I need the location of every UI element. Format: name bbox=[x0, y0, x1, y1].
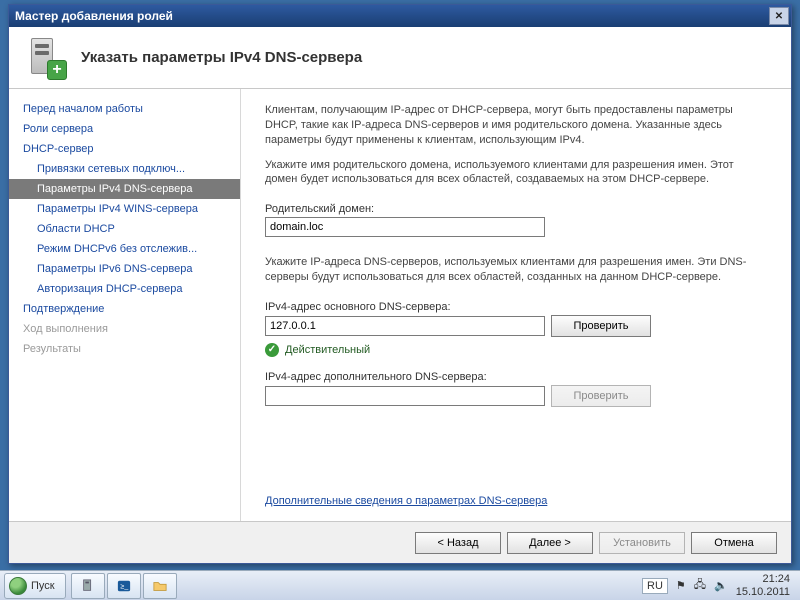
taskbar: Пуск ≥_ RU ⚑ 🖧 🔈 21:24 15.10.2011 bbox=[0, 570, 800, 600]
next-button[interactable]: Далее > bbox=[507, 532, 593, 554]
sidebar-item-10[interactable]: Подтверждение bbox=[9, 299, 240, 319]
close-button[interactable]: ✕ bbox=[769, 7, 789, 25]
plus-icon: + bbox=[47, 60, 67, 80]
server-manager-icon bbox=[81, 579, 95, 593]
tray-time: 21:24 bbox=[736, 573, 790, 585]
valid-label: Действительный bbox=[285, 344, 370, 356]
tray-flag-icon[interactable]: ⚑ bbox=[676, 579, 686, 592]
wizard-window: Мастер добавления ролей ✕ + Указать пара… bbox=[8, 4, 792, 564]
language-indicator[interactable]: RU bbox=[642, 578, 668, 594]
wizard-sidebar: Перед началом работыРоли сервераDHCP-сер… bbox=[9, 89, 241, 521]
tray-network-icon[interactable]: 🖧 bbox=[694, 576, 706, 595]
primary-dns-label: IPv4-адрес основного DNS-сервера: bbox=[265, 301, 767, 313]
cancel-button[interactable]: Отмена bbox=[691, 532, 777, 554]
sidebar-item-12: Результаты bbox=[9, 339, 240, 359]
page-title: Указать параметры IPv4 DNS-сервера bbox=[81, 49, 362, 66]
sidebar-item-6[interactable]: Области DHCP bbox=[9, 219, 240, 239]
sidebar-item-1[interactable]: Роли сервера bbox=[9, 119, 240, 139]
system-tray: RU ⚑ 🖧 🔈 21:24 15.10.2011 bbox=[642, 573, 796, 597]
primary-dns-status: ✓ Действительный bbox=[265, 343, 767, 357]
window-title: Мастер добавления ролей bbox=[15, 9, 173, 23]
taskbar-app-server-manager[interactable] bbox=[71, 573, 105, 599]
parent-domain-label: Родительский домен: bbox=[265, 203, 767, 215]
back-button[interactable]: < Назад bbox=[415, 532, 501, 554]
check-icon: ✓ bbox=[265, 343, 279, 357]
sidebar-item-0[interactable]: Перед началом работы bbox=[9, 99, 240, 119]
verify-primary-button[interactable]: Проверить bbox=[551, 315, 651, 337]
sidebar-item-5[interactable]: Параметры IPv4 WINS-сервера bbox=[9, 199, 240, 219]
close-icon: ✕ bbox=[775, 11, 783, 22]
tray-date: 15.10.2011 bbox=[736, 586, 790, 598]
svg-text:≥_: ≥_ bbox=[120, 583, 128, 590]
sidebar-item-4[interactable]: Параметры IPv4 DNS-сервера bbox=[9, 179, 240, 199]
sidebar-item-7[interactable]: Режим DHCPv6 без отслежив... bbox=[9, 239, 240, 259]
intro-text-1: Клиентам, получающим IP-адрес от DHCP-се… bbox=[265, 103, 767, 148]
powershell-icon: ≥_ bbox=[117, 579, 131, 593]
install-button: Установить bbox=[599, 532, 685, 554]
sidebar-item-2[interactable]: DHCP-сервер bbox=[9, 139, 240, 159]
intro-text-3: Укажите IP-адреса DNS-серверов, использу… bbox=[265, 255, 767, 285]
wizard-footer: < Назад Далее > Установить Отмена bbox=[9, 521, 791, 563]
sidebar-item-11: Ход выполнения bbox=[9, 319, 240, 339]
parent-domain-input[interactable] bbox=[265, 217, 545, 237]
sidebar-item-9[interactable]: Авторизация DHCP-сервера bbox=[9, 279, 240, 299]
sidebar-item-8[interactable]: Параметры IPv6 DNS-сервера bbox=[9, 259, 240, 279]
wizard-header-icon: + bbox=[25, 36, 69, 80]
sidebar-item-3[interactable]: Привязки сетевых подключ... bbox=[9, 159, 240, 179]
primary-dns-input[interactable] bbox=[265, 316, 545, 336]
wizard-header: + Указать параметры IPv4 DNS-сервера bbox=[9, 27, 791, 89]
start-label: Пуск bbox=[31, 580, 55, 592]
wizard-content: Клиентам, получающим IP-адрес от DHCP-се… bbox=[241, 89, 791, 521]
verify-secondary-button: Проверить bbox=[551, 385, 651, 407]
secondary-dns-input[interactable] bbox=[265, 386, 545, 406]
folder-icon bbox=[153, 579, 167, 593]
secondary-dns-label: IPv4-адрес дополнительного DNS-сервера: bbox=[265, 371, 767, 383]
start-button[interactable]: Пуск bbox=[4, 573, 66, 599]
more-info-link[interactable]: Дополнительные сведения о параметрах DNS… bbox=[265, 495, 767, 507]
intro-text-2: Укажите имя родительского домена, исполь… bbox=[265, 158, 767, 188]
taskbar-app-powershell[interactable]: ≥_ bbox=[107, 573, 141, 599]
tray-sound-icon[interactable]: 🔈 bbox=[714, 579, 728, 592]
titlebar: Мастер добавления ролей ✕ bbox=[9, 5, 791, 27]
start-orb-icon bbox=[9, 577, 27, 595]
tray-clock[interactable]: 21:24 15.10.2011 bbox=[736, 573, 790, 597]
taskbar-app-explorer[interactable] bbox=[143, 573, 177, 599]
